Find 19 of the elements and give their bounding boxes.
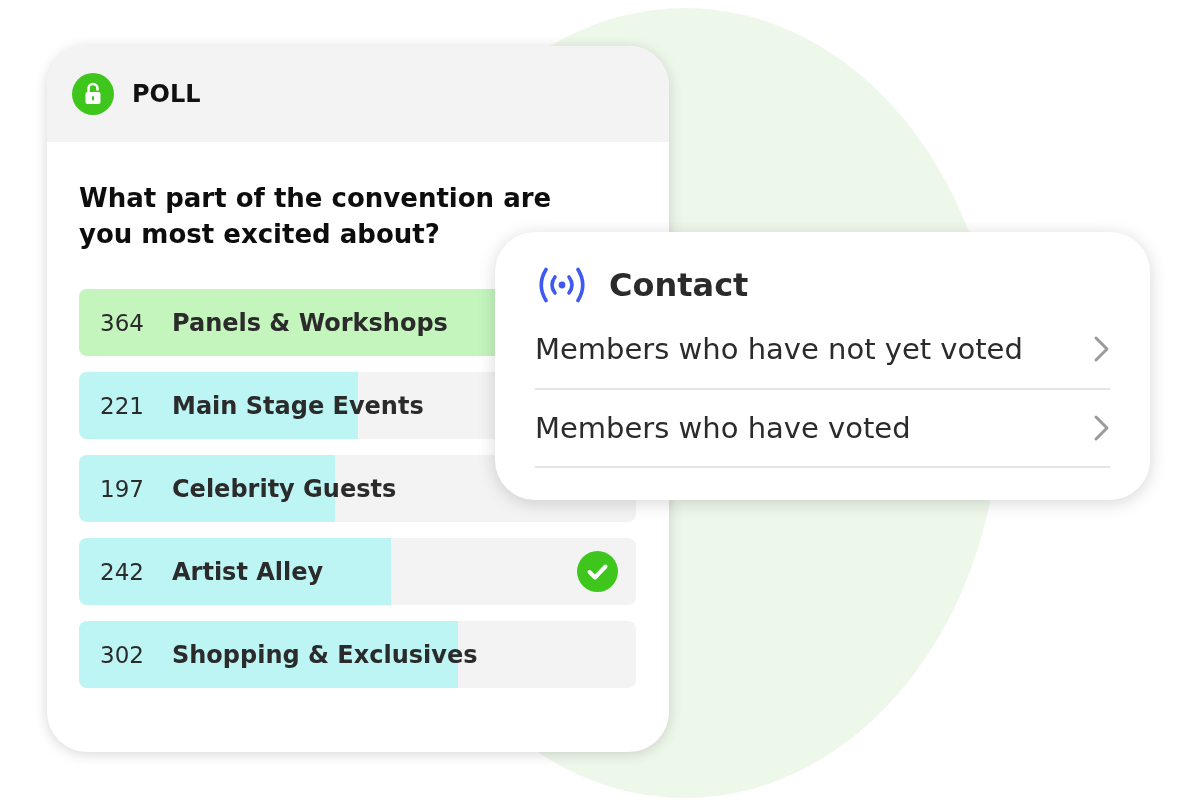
poll-option-bar[interactable]: 242 Artist Alley	[79, 538, 636, 605]
poll-question: What part of the convention are you most excited about?	[79, 182, 553, 251]
option-label: Artist Alley	[172, 557, 324, 586]
vote-count: 221	[99, 392, 145, 419]
contact-list-item[interactable]: Members who have voted	[535, 390, 1110, 468]
option-label: Panels & Workshops	[172, 308, 448, 337]
chevron-right-icon	[1093, 335, 1110, 363]
vote-count: 242	[99, 558, 145, 585]
option-label: Celebrity Guests	[172, 474, 397, 503]
poll-title: POLL	[132, 80, 201, 108]
option-label: Shopping & Exclusives	[172, 640, 478, 669]
vote-count: 302	[99, 641, 145, 668]
option-label: Main Stage Events	[172, 391, 424, 420]
chevron-right-icon	[1093, 414, 1110, 442]
contact-list-item[interactable]: Members who have not yet voted	[535, 310, 1110, 390]
poll-option-bar[interactable]: 302 Shopping & Exclusives	[79, 621, 636, 688]
vote-count: 197	[99, 475, 145, 502]
unlocked-padlock-icon	[72, 73, 114, 115]
vote-count: 364	[99, 309, 145, 336]
